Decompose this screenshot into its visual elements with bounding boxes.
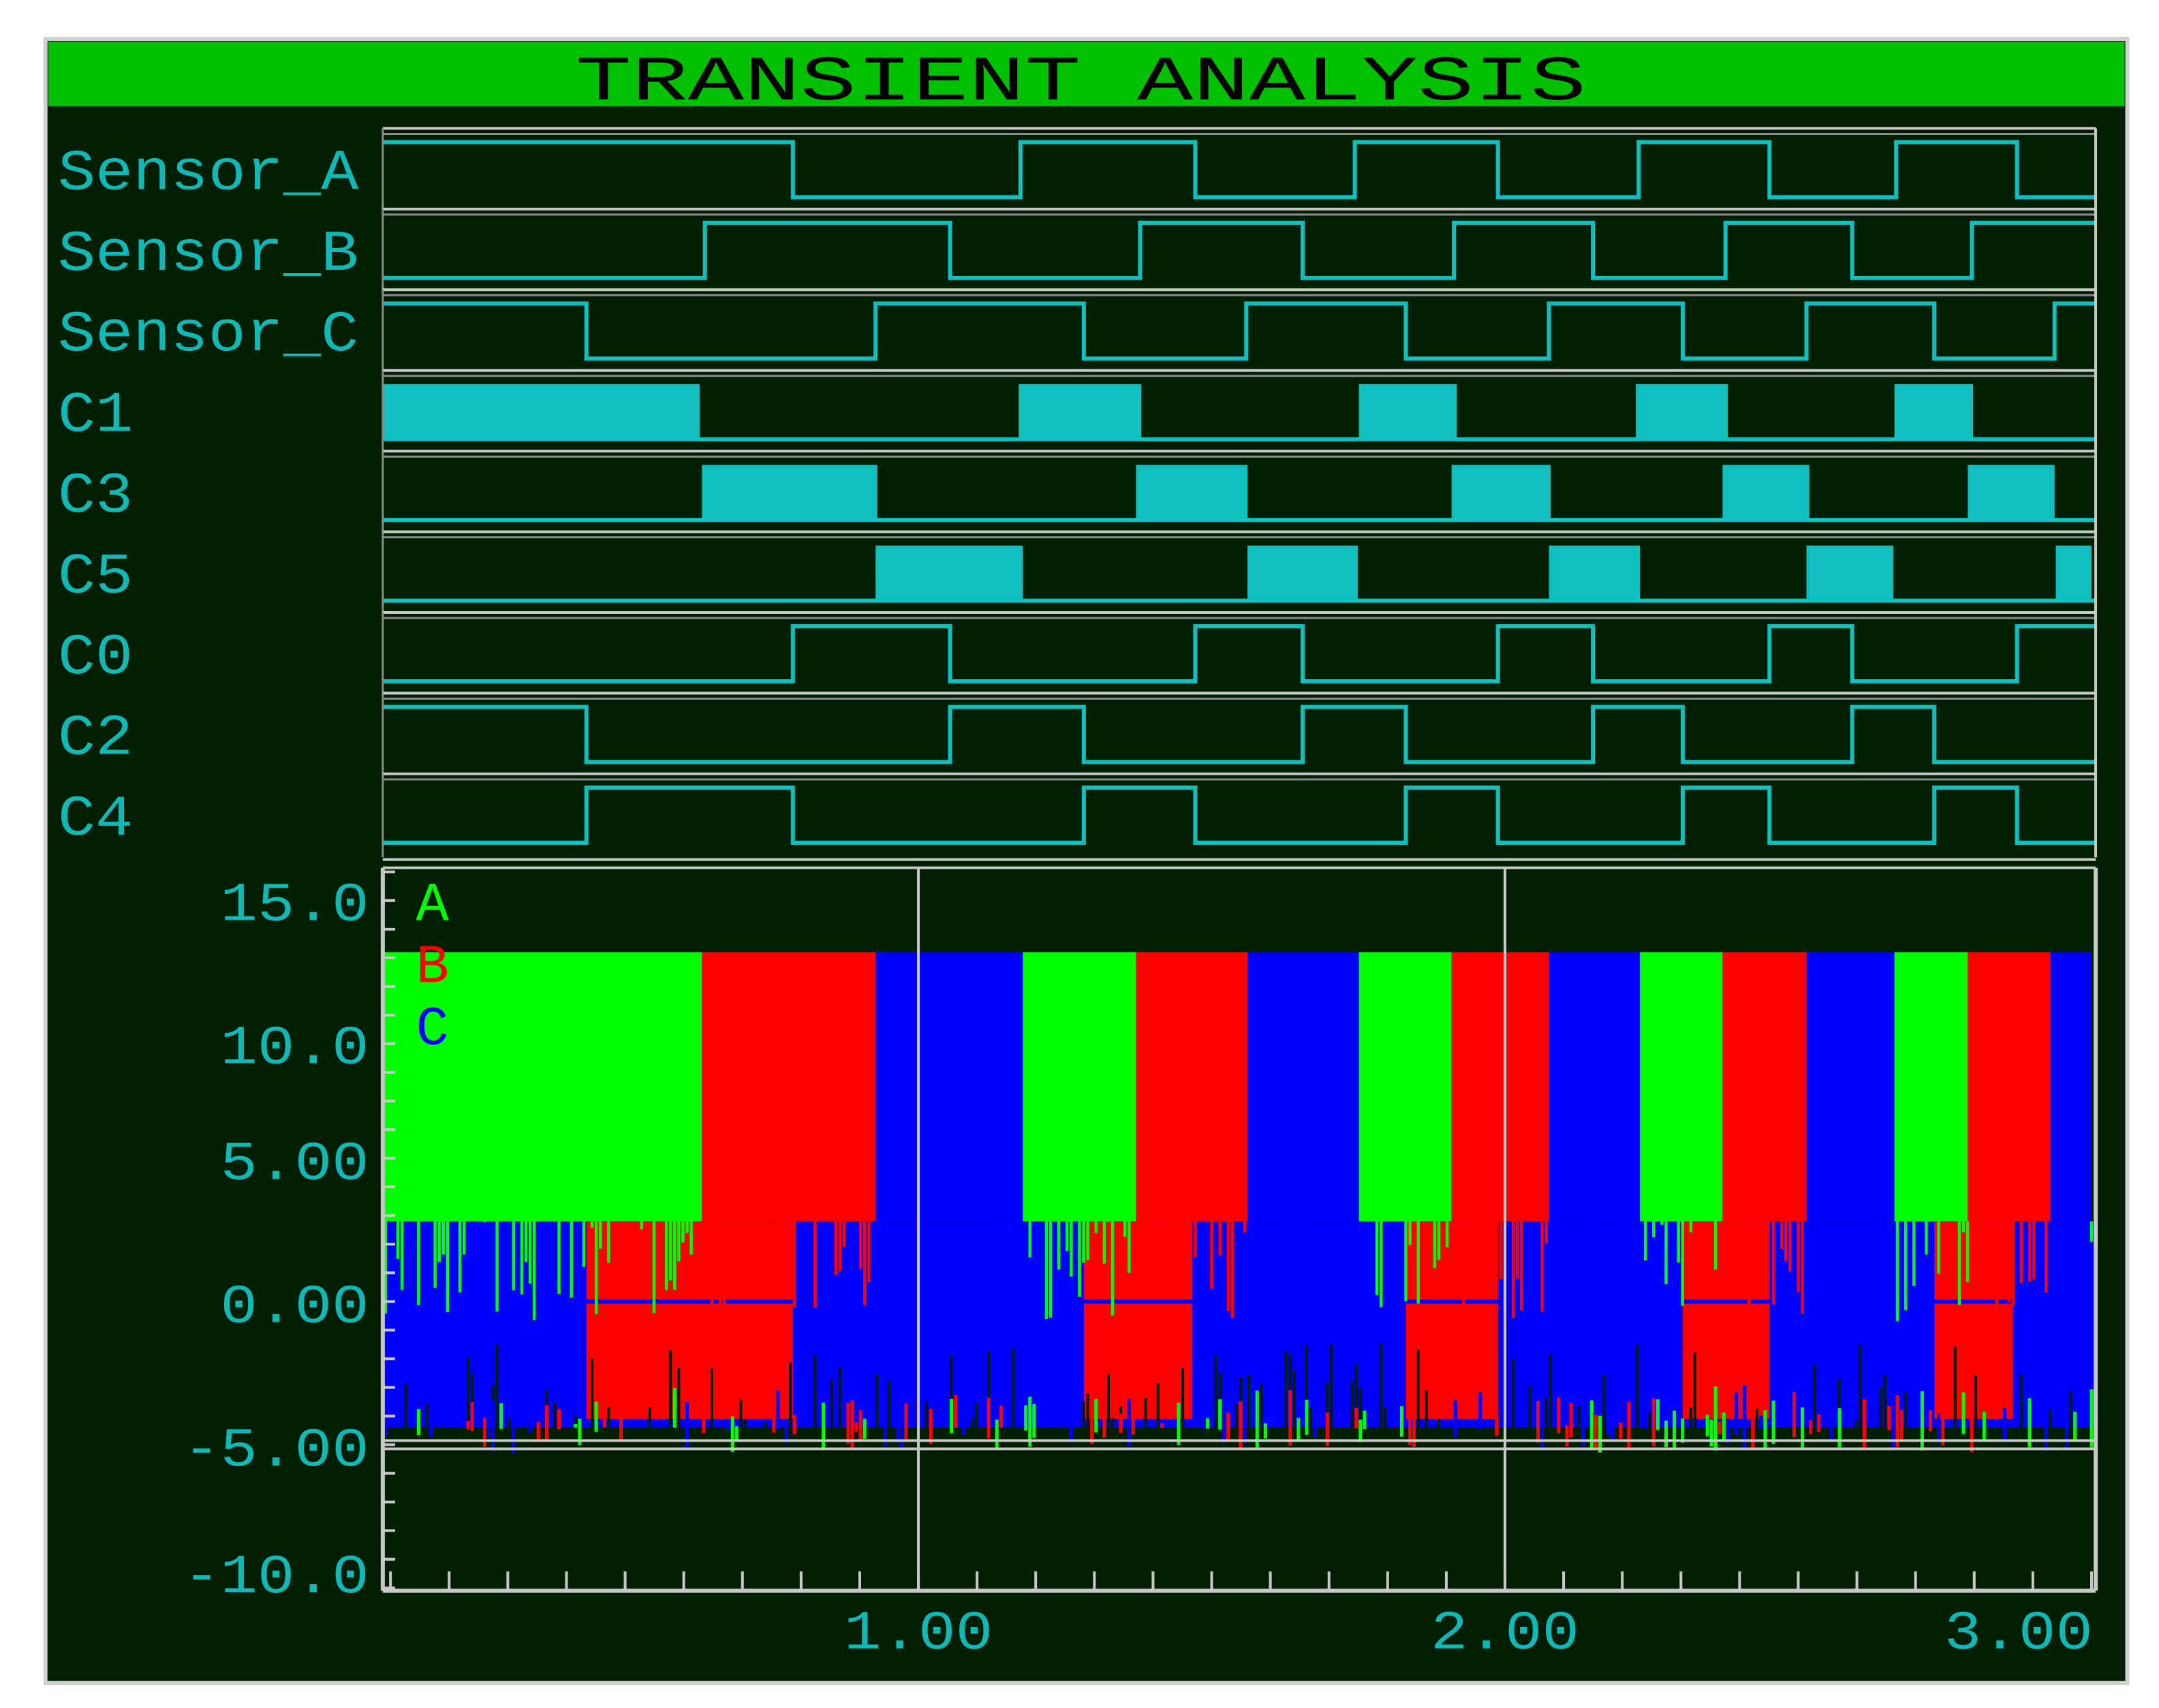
legend-b: B [416,937,449,999]
pwm-pulse [1722,465,1809,520]
signal-label: C0 [58,625,133,691]
signal-label: Sensor_C [58,302,358,368]
signal-label: Sensor_A [58,141,358,206]
phase-a-segment [1640,952,1722,1221]
signal-label: C3 [58,464,133,529]
pwm-pulse [383,384,700,439]
signal-label: Sensor_B [58,222,358,288]
phase-a-segment [1895,952,1968,1221]
y-tick-label: 0.00 [220,1277,369,1339]
pwm-pulse [1136,465,1247,520]
pwm-pulse [1247,546,1358,601]
pwm-pulse [1807,546,1893,601]
pwm-pulse [1019,384,1141,439]
phase-c-segment [2051,952,2092,1221]
y-tick-label: 10.0 [220,1019,369,1081]
y-tick-label: 5.00 [220,1134,369,1196]
pwm-pulse [1968,465,2054,520]
pwm-pulse [702,465,877,520]
pwm-pulse [1895,384,1973,439]
signal-label: C4 [58,787,133,852]
phase-b-segment [1452,952,1549,1221]
pwm-pulse [1549,546,1640,601]
phase-c-segment [1549,952,1640,1221]
signal-label: C1 [58,384,133,449]
pwm-pulse [2055,546,2092,601]
y-tick-label: 15.0 [220,875,369,937]
phase-b-segment [1968,952,2050,1221]
pwm-pulse [1452,465,1551,520]
phase-b-segment [702,952,875,1221]
phase-c-segment [1807,952,1895,1221]
phase-c-segment [875,952,1023,1221]
y-tick-label: -5.00 [183,1420,369,1482]
signal-label: C5 [58,545,133,610]
chart-title: TRANSIENT ANALYSIS [576,47,1586,119]
phase-a-segment [1359,952,1452,1221]
phase-b-segment [1136,952,1247,1221]
pwm-pulse [875,546,1023,601]
phase-b-segment [1722,952,1806,1221]
phase-b-low-block [1934,1222,2013,1419]
y-tick-label: -10.0 [183,1547,369,1609]
signal-label: C2 [58,706,133,771]
x-tick-label: 1.00 [844,1604,993,1666]
legend-a: A [416,875,449,937]
pwm-pulse [1359,384,1457,439]
x-tick-label: 3.00 [1944,1604,2093,1666]
transient-analysis-chart: TRANSIENT ANALYSIS Sensor_A Sensor_B Senso… [0,0,2159,1708]
phase-c-segment [1247,952,1359,1221]
pwm-pulse [1636,384,1728,439]
x-tick-label: 2.00 [1431,1604,1579,1666]
legend-c: C [416,999,449,1061]
phase-b-low-block [587,1222,793,1419]
phase-a-segment [1023,952,1136,1221]
